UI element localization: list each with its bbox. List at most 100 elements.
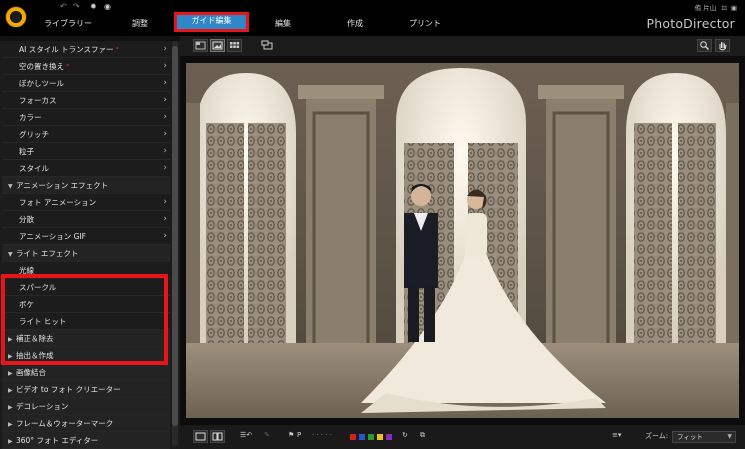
left-item-label: スパークル: [19, 283, 57, 292]
left-item-3[interactable]: フォーカス ›: [2, 92, 170, 109]
wedding-photo[interactable]: [186, 63, 739, 418]
app-logo-icon: [5, 6, 27, 28]
rating-dots[interactable]: · · · · ·: [312, 431, 332, 439]
left-item-label: フォーカス: [19, 96, 57, 105]
single-view-button[interactable]: [210, 39, 225, 52]
tab-library[interactable]: ライブラリー: [33, 15, 103, 32]
scrollbar-thumb[interactable]: [172, 46, 178, 426]
zoom-dropdown[interactable]: フィット ▼: [672, 431, 736, 443]
left-item-12[interactable]: ▼ ライト エフェクト: [2, 245, 170, 262]
account-icon[interactable]: ⊡: [721, 4, 726, 12]
chevron-right-icon: ›: [163, 44, 167, 54]
left-item-4[interactable]: カラー ›: [2, 109, 170, 126]
flag-icon[interactable]: ⚑: [288, 431, 294, 439]
color-label-swatch[interactable]: [350, 434, 356, 440]
left-item-1[interactable]: 空の置き換え * ›: [2, 58, 170, 75]
collapsed-triangle-icon: ▶: [8, 370, 13, 377]
left-item-10[interactable]: 分散 ›: [2, 211, 170, 228]
hand-icon: [719, 42, 727, 51]
left-item-7[interactable]: スタイル ›: [2, 160, 170, 177]
left-item-label: 光線: [19, 266, 34, 275]
history-icon[interactable]: ☰↶: [240, 431, 252, 439]
expanded-triangle-icon: ▼: [8, 251, 13, 258]
left-item-11[interactable]: アニメーション GIF ›: [2, 228, 170, 245]
left-item-label: 粒子: [19, 147, 34, 156]
window-icon[interactable]: ▣: [731, 4, 737, 12]
collapsed-triangle-icon: ▶: [8, 404, 13, 411]
left-item-label: 抽出＆作成: [16, 351, 54, 360]
user-name: 侑 片山: [694, 4, 717, 12]
left-item-label: デコレーション: [16, 402, 69, 411]
left-item-label: ライト エフェクト: [16, 249, 79, 258]
left-item-label: フレーム＆ウォーターマーク: [16, 419, 114, 428]
color-label-swatch[interactable]: [386, 434, 392, 440]
compare-view-icon: [195, 41, 206, 50]
left-item-9[interactable]: フォト アニメーション ›: [2, 194, 170, 211]
chevron-down-icon: ▼: [727, 433, 732, 440]
left-item-20[interactable]: ▶ ビデオ to フォト クリエーター: [2, 381, 170, 398]
crop-icon[interactable]: ⧉: [420, 431, 425, 440]
tab-print[interactable]: プリント: [400, 15, 450, 32]
single-view-icon: [212, 41, 223, 50]
left-item-label: グリッチ: [19, 130, 49, 139]
flag-label: P: [297, 431, 302, 439]
rotate-icon[interactable]: ↻: [402, 431, 408, 439]
dual-layout-button[interactable]: [210, 430, 225, 443]
left-item-13[interactable]: 光線: [2, 262, 170, 279]
settings-gear-icon[interactable]: ✹: [90, 2, 97, 11]
chevron-right-icon: ›: [163, 112, 167, 122]
second-monitor-button[interactable]: [260, 39, 275, 52]
info-icon[interactable]: ◉: [104, 2, 111, 11]
undo-icon[interactable]: ↶: [60, 2, 67, 11]
left-item-2[interactable]: ぼかしツール ›: [2, 75, 170, 92]
grid-view-icon: [230, 42, 240, 48]
left-item-21[interactable]: ▶ デコレーション: [2, 398, 170, 415]
tab-adjust[interactable]: 調整: [110, 15, 170, 32]
left-item-label: ぼかしツール: [19, 79, 64, 88]
left-item-23[interactable]: ▶ 360° フォト エディター: [2, 432, 170, 449]
left-item-0[interactable]: AI スタイル トランスファー * ›: [2, 41, 170, 58]
left-item-18[interactable]: ▶ 抽出＆作成: [2, 347, 170, 364]
tab-edit[interactable]: 編集: [258, 15, 308, 32]
single-layout-button[interactable]: [193, 430, 208, 443]
left-item-14[interactable]: スパークル: [2, 279, 170, 296]
left-item-label: ビデオ to フォト クリエーター: [16, 385, 121, 394]
chevron-right-icon: ›: [163, 61, 167, 71]
tab-guided-edit[interactable]: ガイド編集: [174, 12, 249, 32]
left-item-8[interactable]: ▼ アニメーション エフェクト: [2, 177, 170, 194]
monitor-icon: [261, 40, 273, 50]
brand-name: PhotoDirector: [646, 16, 735, 31]
top-bar: ↶ ↷ ✹ ◉ ライブラリー 調整 ガイド編集 編集 作成 プリント 侑 片山 …: [0, 0, 745, 36]
left-panel: AI スタイル トランスファー * › 空の置き換え * › ぼかしツール › フォーカス ›…: [0, 36, 180, 449]
left-item-6[interactable]: 粒子 ›: [2, 143, 170, 160]
tab-create[interactable]: 作成: [330, 15, 380, 32]
hand-tool-button[interactable]: [715, 39, 730, 52]
left-item-label: フォト アニメーション: [19, 198, 97, 207]
compare-view-button[interactable]: [193, 39, 208, 52]
left-item-label: スタイル: [19, 164, 49, 173]
left-item-15[interactable]: ボケ: [2, 296, 170, 313]
zoom-tool-button[interactable]: [697, 39, 712, 52]
left-item-5[interactable]: グリッチ ›: [2, 126, 170, 143]
color-label-swatch[interactable]: [359, 434, 365, 440]
zoom-value: フィット: [677, 433, 703, 441]
left-item-label: 補正＆除去: [16, 334, 54, 343]
redo-icon[interactable]: ↷: [73, 2, 80, 11]
user-area[interactable]: 侑 片山 ⊡ ▣: [695, 2, 737, 12]
collapsed-triangle-icon: ▶: [8, 353, 13, 360]
magnifier-icon: [700, 41, 709, 50]
brush-icon[interactable]: ✎: [264, 431, 270, 439]
left-item-22[interactable]: ▶ フレーム＆ウォーターマーク: [2, 415, 170, 432]
color-label-swatch[interactable]: [377, 434, 383, 440]
left-item-16[interactable]: ライト ヒット: [2, 313, 170, 330]
color-label-swatch[interactable]: [368, 434, 374, 440]
left-item-19[interactable]: ▶ 画像結合: [2, 364, 170, 381]
chevron-right-icon: ›: [163, 231, 167, 241]
photo-image: [186, 63, 739, 418]
grid-view-button[interactable]: [227, 39, 242, 52]
left-item-17[interactable]: ▶ 補正＆除去: [2, 330, 170, 347]
left-item-label: AI スタイル トランスファー: [19, 45, 114, 54]
sort-icon[interactable]: ≡▾: [612, 431, 621, 439]
chevron-right-icon: ›: [163, 214, 167, 224]
left-item-label: 画像結合: [16, 368, 46, 377]
